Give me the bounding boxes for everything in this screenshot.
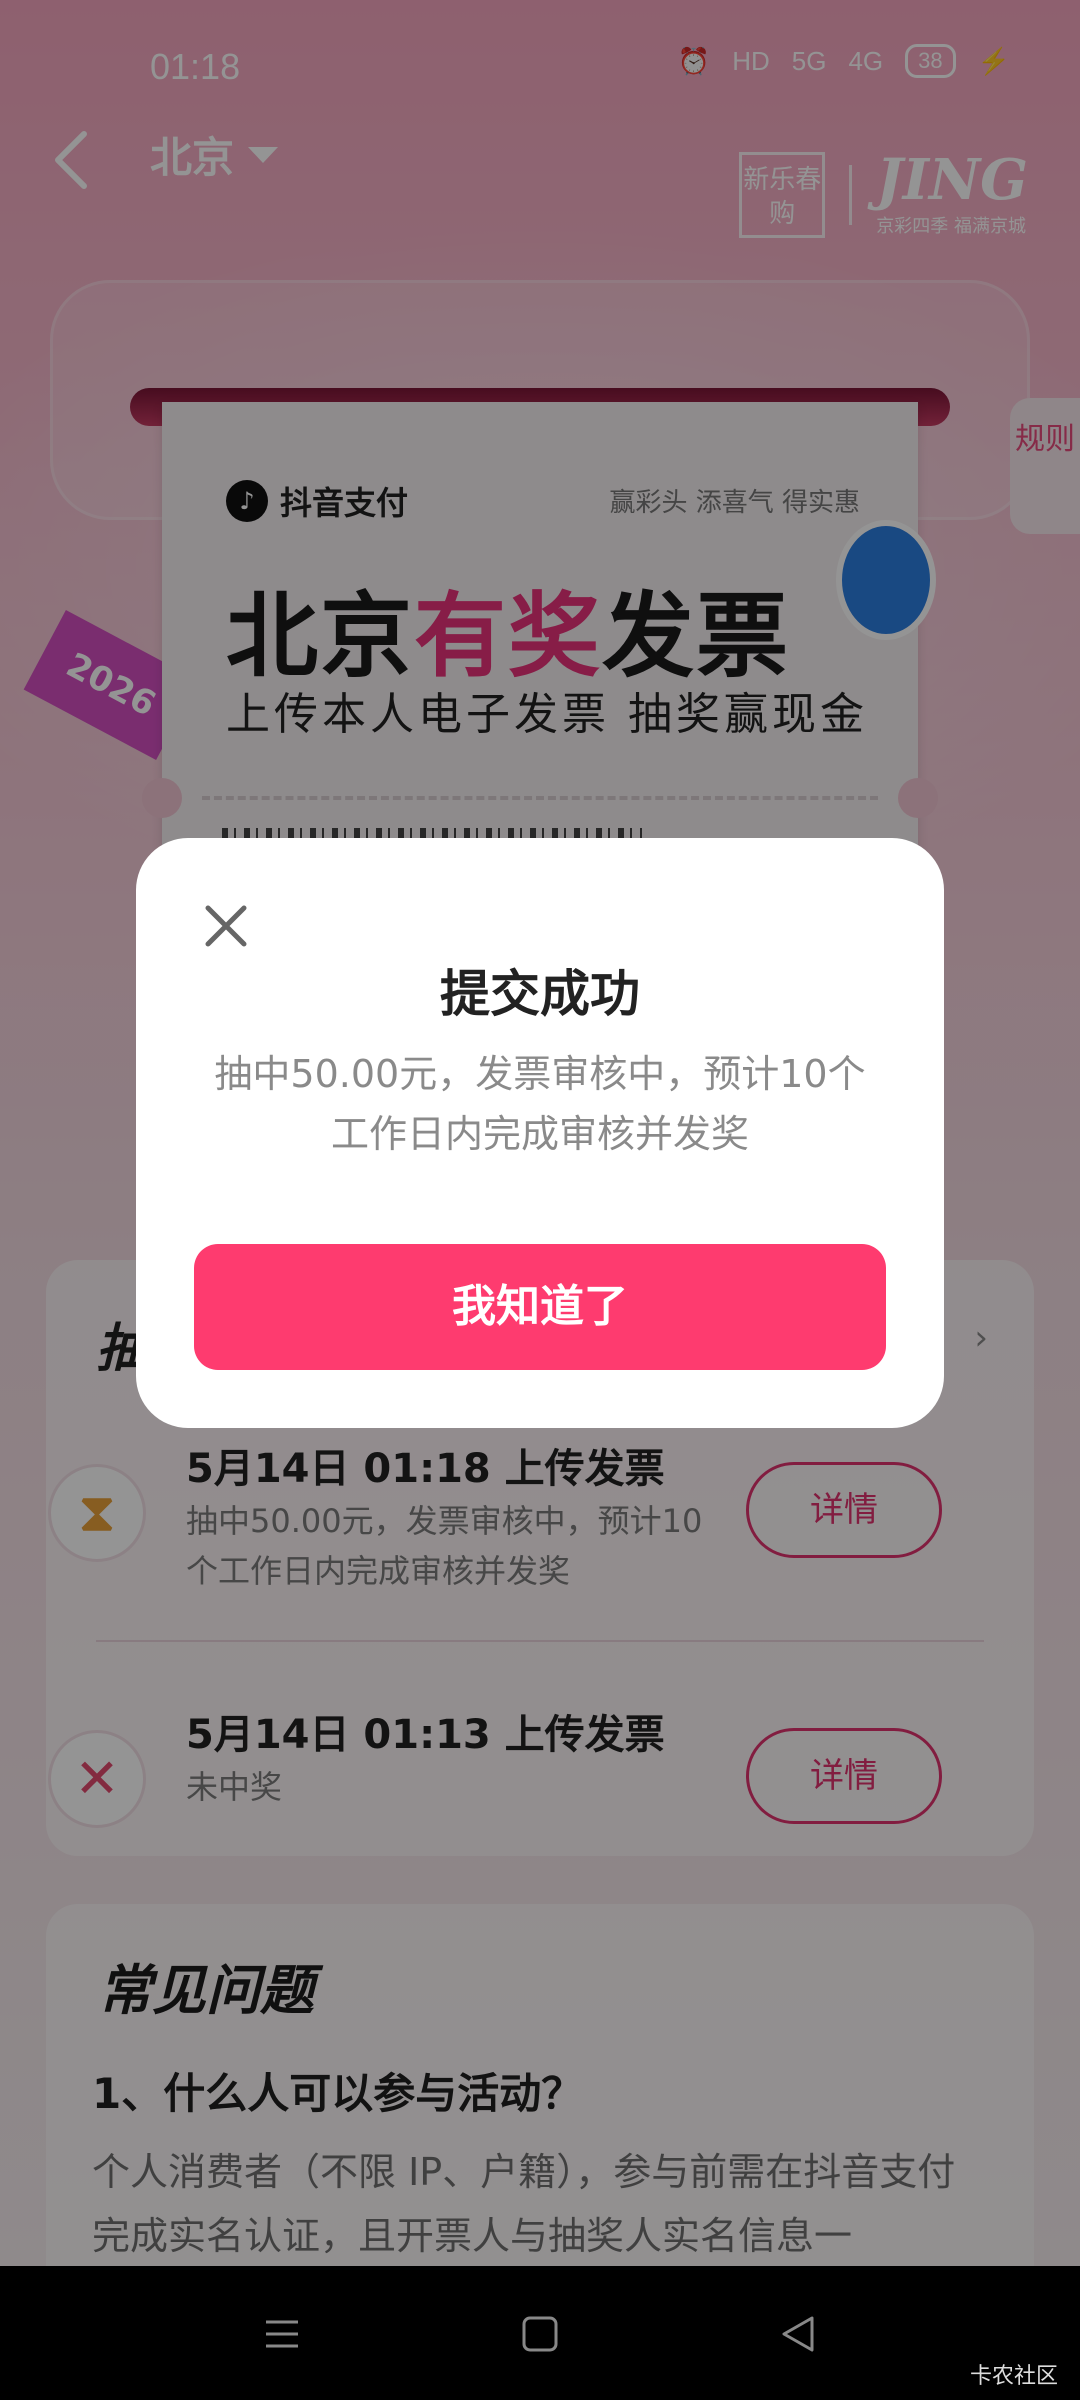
close-icon[interactable] — [192, 892, 260, 960]
system-nav-bar: 卡农社区 — [0, 2266, 1080, 2400]
home-icon[interactable] — [516, 2310, 564, 2358]
menu-icon[interactable] — [258, 2310, 306, 2358]
dialog-title: 提交成功 — [440, 965, 640, 1023]
success-dialog: 提交成功 抽中50.00元，发票审核中，预计10个工作日内完成审核并发奖 我知道… — [136, 838, 944, 1428]
dialog-message: 抽中50.00元，发票审核中，预计10个工作日内完成审核并发奖 — [214, 1052, 866, 1156]
watermark-text: 卡农社区 — [969, 2364, 1058, 2389]
got-it-button[interactable]: 我知道了 — [194, 1244, 886, 1370]
back-icon[interactable] — [774, 2310, 822, 2358]
